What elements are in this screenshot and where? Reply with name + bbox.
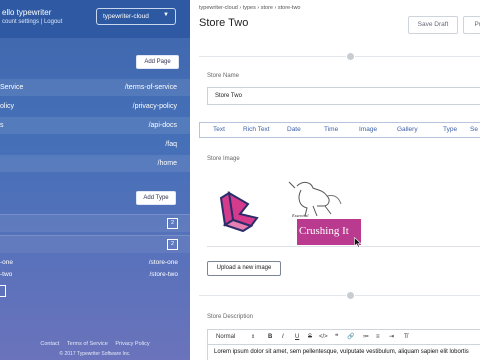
underline-button[interactable]: U (295, 330, 299, 344)
description-editor[interactable]: Lorem ipsum dolor sit amet, sem pellente… (207, 345, 480, 360)
essential-caption: Essential (292, 213, 309, 218)
store-name-label: Store Name (207, 73, 240, 79)
tab-text[interactable]: Text (213, 123, 225, 137)
type-count-badge: 2 (167, 239, 178, 250)
crushing-it-text: Crushing It (299, 225, 349, 237)
account-links: count settings | Logout (2, 19, 62, 25)
link-separator: | (40, 19, 43, 25)
italic-button[interactable]: I (282, 330, 284, 344)
bullet-list-icon[interactable]: ≡ (376, 330, 380, 344)
page-path: /home (157, 160, 177, 167)
sidebar-header: ello typewriter count settings | Logout … (0, 0, 190, 38)
field-type-tabs: Text Rich Text Date Time Image Gallery T… (199, 122, 480, 138)
bold-button[interactable]: B (268, 330, 272, 344)
page-row[interactable]: /home (0, 155, 190, 172)
project-select-value: typewriter-cloud (103, 13, 149, 20)
type-row[interactable]: 2 (0, 235, 190, 253)
store-image-label: Store Image (207, 156, 240, 162)
store-image-preview: Essential Crushing It (207, 170, 480, 250)
rich-text-toolbar: Normal ⇕ B I U S </> ❝ 🔗 ≔ ≡ ⇥ T̸ (207, 329, 480, 345)
tab-time[interactable]: Time (324, 123, 338, 137)
dot-icon (346, 291, 355, 300)
page-path: /terms-of-service (124, 84, 177, 91)
user-greeting: ello typewriter (2, 8, 52, 17)
page-row[interactable]: s /api-docs (0, 117, 190, 134)
store-row[interactable]: -two /store-two (0, 269, 190, 281)
store-path: /store-one (148, 259, 178, 266)
store-name-input[interactable]: Store Two (207, 87, 480, 105)
type-count-badge: 2 (167, 218, 178, 229)
indent-icon[interactable]: ⇥ (389, 330, 394, 344)
ordered-list-icon[interactable]: ≔ (363, 330, 369, 344)
tab-select[interactable]: Se (470, 123, 478, 137)
format-select[interactable]: Normal ⇕ (216, 330, 255, 344)
account-settings-link[interactable]: count settings (2, 19, 39, 25)
tab-date[interactable]: Date (287, 123, 301, 137)
chevron-down-icon: ▼ (163, 12, 169, 18)
privacy-link[interactable]: Privacy Policy (115, 341, 149, 347)
project-select[interactable]: typewriter-cloud ▼ (96, 8, 176, 25)
chair-logo-image (219, 191, 259, 233)
page-path: /faq (165, 141, 177, 148)
quote-icon[interactable]: ❝ (335, 330, 338, 344)
tab-image[interactable]: Image (359, 123, 377, 137)
add-page-button[interactable]: Add Page (136, 55, 179, 69)
store-path: /store-two (149, 271, 178, 278)
sidebar: ello typewriter count settings | Logout … (0, 0, 190, 360)
strike-button[interactable]: S (308, 330, 312, 344)
tab-type[interactable]: Type (443, 123, 457, 137)
copyright: © 2017 Typewriter Software Inc. (59, 351, 131, 357)
clear-format-icon[interactable]: T̸ (404, 330, 408, 344)
store-description-label: Store Description (207, 314, 254, 320)
tab-rich-text[interactable]: Rich Text (243, 123, 270, 137)
add-store-button[interactable] (0, 285, 6, 297)
page-name: s (0, 122, 4, 129)
format-select-value: Normal (216, 334, 236, 340)
store-row[interactable]: -one /store-one (0, 257, 190, 269)
page-name: olicy (0, 103, 15, 110)
breadcrumb: typewriter-cloud › types › store › store… (199, 5, 301, 11)
page-row[interactable]: Service /terms-of-service (0, 79, 190, 96)
link-icon[interactable]: 🔗 (347, 330, 354, 344)
page-row[interactable]: olicy /privacy-policy (0, 98, 190, 115)
page-row[interactable]: /faq (0, 136, 190, 153)
save-draft-button[interactable]: Save Draft (408, 16, 458, 34)
publish-button[interactable]: Pu (463, 16, 480, 34)
type-row[interactable]: 2 (0, 214, 190, 232)
contact-link[interactable]: Contact (40, 341, 59, 347)
upload-image-button[interactable]: Upload a new image (207, 261, 281, 276)
add-type-button[interactable]: Add Type (136, 191, 176, 205)
mouse-pointer-icon (354, 237, 362, 248)
page-title: Store Two (199, 17, 249, 29)
tab-gallery[interactable]: Gallery (397, 123, 418, 137)
main-content: typewriter-cloud › types › store › store… (190, 0, 480, 360)
chevron-down-icon: ⇕ (251, 334, 256, 340)
crushing-it-badge: Crushing It (297, 219, 361, 245)
section-divider (199, 56, 480, 57)
dot-icon (346, 52, 355, 61)
page-path: /api-docs (148, 122, 177, 129)
section-divider (199, 295, 480, 296)
store-name: -one (0, 259, 14, 266)
sidebar-footer-links: Contact Terms of Service Privacy Policy (0, 341, 190, 347)
page-name: Service (0, 84, 24, 91)
code-icon[interactable]: </> (319, 330, 328, 344)
terms-link[interactable]: Terms of Service (67, 341, 108, 347)
store-name: -two (0, 271, 13, 278)
page-path: /privacy-policy (132, 103, 177, 110)
logout-link[interactable]: Logout (44, 19, 62, 25)
unicorn-image (288, 181, 342, 217)
image-divider (207, 246, 480, 247)
